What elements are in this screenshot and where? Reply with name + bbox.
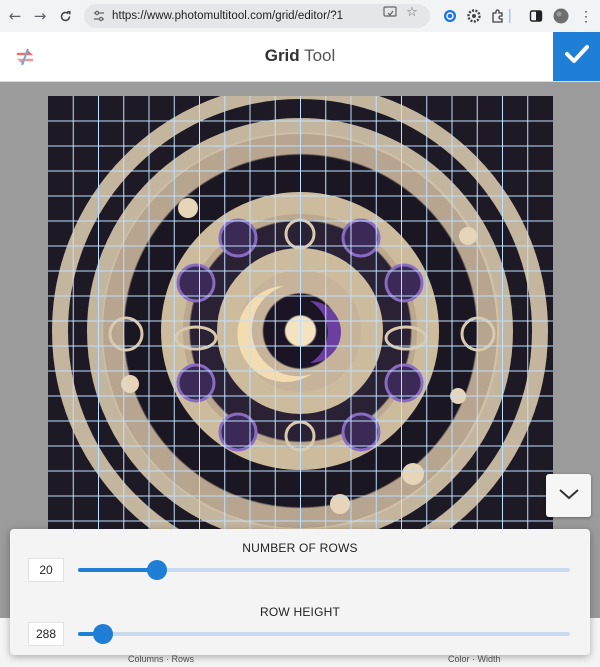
rows-value-field[interactable]: 20 bbox=[28, 558, 64, 582]
row-height-slider-thumb[interactable] bbox=[92, 624, 113, 644]
reload-icon[interactable] bbox=[55, 6, 75, 26]
page-title: Grid Tool bbox=[0, 46, 600, 66]
cast-icon[interactable] bbox=[381, 5, 399, 19]
rows-slider-fill bbox=[78, 568, 157, 572]
rows-slider-thumb[interactable] bbox=[146, 560, 167, 580]
site-settings-icon[interactable] bbox=[92, 9, 106, 23]
browser-toolbar: ← → https://www.photomultitool.com/grid/… bbox=[0, 0, 600, 32]
checkmark-icon bbox=[564, 44, 589, 69]
confirm-button[interactable] bbox=[553, 32, 600, 81]
toolbar-right-label[interactable]: Color · Width bbox=[448, 654, 501, 664]
row-height-label: ROW HEIGHT bbox=[260, 605, 340, 619]
row-height-slider[interactable] bbox=[78, 624, 570, 644]
toolbar-divider bbox=[507, 6, 513, 26]
grid-overlay bbox=[48, 96, 553, 596]
back-arrow-icon[interactable]: ← bbox=[5, 6, 25, 26]
page-title-bold: Grid bbox=[264, 46, 300, 65]
chevron-down-icon bbox=[558, 487, 580, 505]
collapse-panel-button[interactable] bbox=[546, 474, 591, 517]
rows-label: NUMBER OF ROWS bbox=[242, 541, 358, 555]
photo-with-grid[interactable] bbox=[48, 96, 553, 596]
toolbar-left-label[interactable]: Columns · Rows bbox=[128, 654, 194, 664]
profile-avatar[interactable] bbox=[551, 6, 571, 26]
forward-arrow-icon[interactable]: → bbox=[30, 6, 50, 26]
extension-gear-icon[interactable] bbox=[464, 6, 484, 26]
rows-slider[interactable] bbox=[78, 560, 570, 580]
page-title-light: Tool bbox=[304, 46, 336, 65]
row-height-value-field[interactable]: 288 bbox=[28, 622, 64, 646]
bookmark-star-icon[interactable]: ☆ bbox=[403, 5, 421, 20]
app-header: Grid Tool bbox=[0, 32, 600, 82]
extensions-puzzle-icon[interactable] bbox=[488, 6, 508, 26]
grid-settings-panel: NUMBER OF ROWS 20 ROW HEIGHT 288 bbox=[10, 529, 590, 655]
side-panel-icon[interactable] bbox=[526, 6, 546, 26]
extension-at-icon[interactable] bbox=[440, 6, 460, 26]
url-text: https://www.photomultitool.com/grid/edit… bbox=[112, 10, 344, 22]
browser-menu-icon[interactable]: ⋮ bbox=[576, 6, 596, 26]
address-bar[interactable]: https://www.photomultitool.com/grid/edit… bbox=[84, 4, 430, 28]
